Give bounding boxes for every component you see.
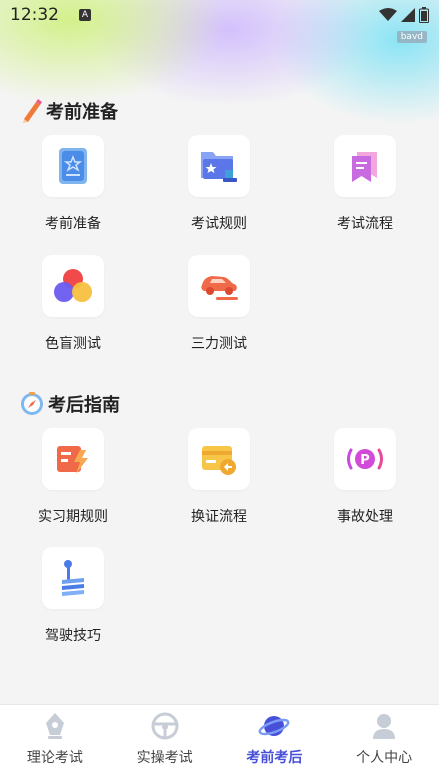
tab-theory-exam[interactable]: 理论考试 [0, 705, 110, 780]
pen-icon [45, 713, 64, 739]
parking-signal-icon: P [347, 448, 383, 470]
item-label: 色盲测试 [45, 336, 101, 352]
item-label: 考前准备 [45, 216, 101, 232]
section-title-text: 考前准备 [46, 102, 118, 123]
grid-item-prep[interactable]: 考前准备 [13, 135, 133, 233]
compass-icon [21, 392, 43, 415]
section-title-prep: 考前准备 [20, 98, 118, 124]
section-title-text: 考后指南 [48, 395, 120, 416]
tab-label: 实操考试 [136, 750, 193, 766]
corner-tag: bavd [396, 31, 427, 43]
wifi-icon [379, 8, 397, 21]
tile: P [334, 428, 396, 490]
item-label: 实习期规则 [38, 509, 108, 525]
planet-icon [258, 716, 290, 736]
item-label: 考试流程 [337, 216, 393, 232]
tab-practical-exam[interactable]: 实操考试 [110, 705, 220, 780]
bookmark-flow-icon [352, 152, 377, 182]
item-label: 三力测试 [191, 336, 247, 352]
bottom-tab-bar: 理论考试 实操考试 考前考后 个人中心 [0, 704, 439, 780]
grid-item-probation[interactable]: 实习期规则 [13, 428, 133, 526]
tile [188, 135, 250, 197]
section-title-after: 考后指南 [20, 391, 120, 417]
grid-item-renew[interactable]: 换证流程 [159, 428, 279, 526]
status-icons [379, 7, 429, 23]
tile [188, 428, 250, 490]
card-refresh-icon [202, 446, 236, 475]
tab-personal-center[interactable]: 个人中心 [329, 705, 439, 780]
book-star-icon [59, 148, 87, 184]
tile [42, 428, 104, 490]
status-bar: 12:32 A [0, 0, 439, 30]
gear-lever-icon [62, 560, 84, 596]
tile [334, 135, 396, 197]
grid-item-accident[interactable]: P 事故处理 [305, 428, 425, 526]
tile [42, 135, 104, 197]
grid-item-rules[interactable]: 考试规则 [159, 135, 279, 233]
tab-before-after-exam[interactable]: 考前考后 [220, 705, 330, 780]
grid-item-three-power[interactable]: 三力测试 [159, 255, 279, 353]
grid-item-flow[interactable]: 考试流程 [305, 135, 425, 233]
tab-label: 个人中心 [356, 750, 413, 766]
tab-label: 考前考后 [246, 750, 303, 766]
tile [188, 255, 250, 317]
item-label: 考试规则 [191, 216, 247, 232]
signal-icon [401, 8, 415, 22]
status-badge: A [79, 9, 91, 21]
grid-item-colorblind[interactable]: 色盲测试 [13, 255, 133, 353]
color-circles-icon [54, 269, 92, 302]
item-label: 换证流程 [191, 509, 247, 525]
item-label: 驾驶技巧 [45, 628, 101, 644]
grid-item-driving-tips[interactable]: 驾驶技巧 [13, 547, 133, 645]
tile [42, 255, 104, 317]
status-time: 12:32 [10, 5, 59, 25]
steering-wheel-icon [151, 712, 179, 740]
user-icon [373, 714, 396, 739]
tab-label: 理论考试 [26, 750, 83, 766]
tile [42, 547, 104, 609]
svg-text:P: P [360, 453, 370, 468]
car-test-icon [201, 276, 238, 300]
battery-icon [419, 7, 429, 23]
pencil-icon [23, 99, 42, 123]
item-label: 事故处理 [337, 509, 393, 525]
folder-rules-icon [201, 152, 237, 182]
lightning-card-icon [57, 446, 88, 474]
